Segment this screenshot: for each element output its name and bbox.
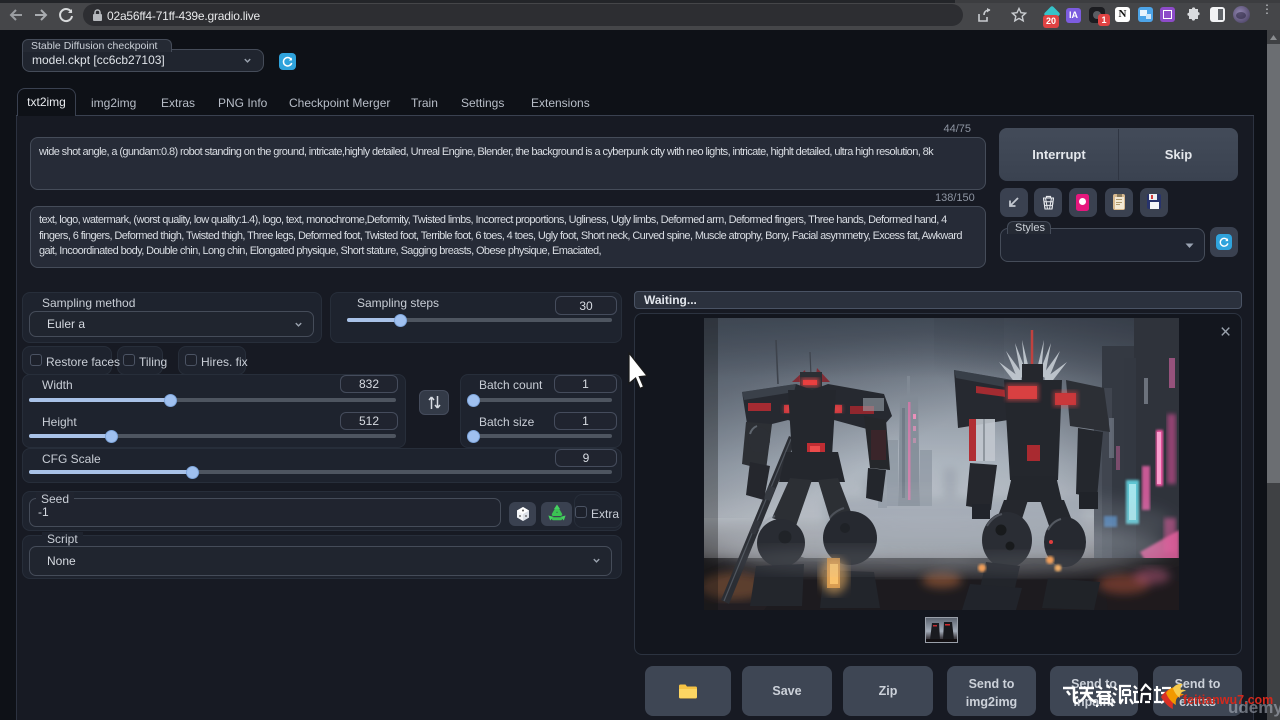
svg-text:feitianwu7.com: feitianwu7.com xyxy=(1183,693,1273,707)
